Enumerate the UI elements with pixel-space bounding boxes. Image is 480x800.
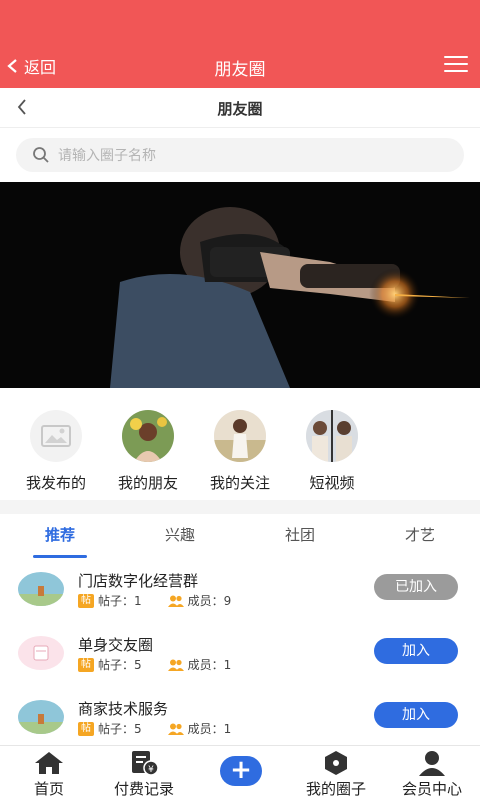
svg-text:¥: ¥ (148, 765, 154, 775)
members-label: 成员： (187, 594, 224, 608)
nav-label: 首页 (33, 780, 64, 798)
posts-count: 1 (134, 593, 142, 608)
group-row[interactable]: 单身交友圈 帖 帖子： 5 成员： 1 加入 (0, 630, 480, 692)
posts-label: 帖子： (98, 658, 135, 672)
page-title: 朋友圈 (217, 100, 263, 118)
group-stats: 帖 帖子： 5 成员： 1 (78, 656, 231, 673)
group-stats: 帖 帖子： 5 成员： 1 (78, 720, 231, 737)
quick-label: 我发布的 (25, 474, 86, 492)
image-placeholder-icon (30, 410, 82, 462)
menu-icon[interactable] (444, 56, 468, 74)
following-avatar (214, 410, 266, 462)
members-icon (167, 723, 184, 735)
group-stats: 帖 帖子： 1 成员： 9 (78, 592, 231, 609)
banner-image[interactable] (0, 182, 480, 388)
members-icon (167, 595, 184, 607)
active-tab-indicator (33, 555, 87, 558)
quick-actions: 我发布的 我的朋友 我的关注 短视频 (0, 400, 480, 498)
nav-label: 付费记录 (113, 780, 174, 798)
quick-my-following[interactable]: 我的关注 (192, 410, 288, 493)
tab-clubs[interactable]: 社团 (255, 524, 345, 545)
nav-home[interactable]: 首页 (4, 750, 94, 799)
tab-label: 社团 (284, 526, 315, 544)
user-icon (419, 751, 445, 776)
nav-label: 我的圈子 (305, 780, 366, 798)
app-header: 返回 朋友圈 (0, 0, 480, 88)
group-name: 单身交友圈 (78, 636, 154, 654)
quick-my-posts[interactable]: 我发布的 (8, 410, 104, 493)
quick-my-friends[interactable]: 我的朋友 (100, 410, 196, 493)
tab-talents[interactable]: 才艺 (375, 524, 465, 545)
section-divider (0, 500, 480, 514)
post-badge-icon: 帖 (78, 721, 94, 736)
bottom-navigation: 首页 ¥ 付费记录 + 我的圈子 会员中心 (0, 745, 480, 800)
group-row[interactable]: 门店数字化经营群 帖 帖子： 1 成员： 9 已加入 (0, 566, 480, 628)
category-tabs: 推荐 兴趣 社团 才艺 (0, 514, 480, 560)
posts-label: 帖子： (98, 722, 135, 736)
tab-interests[interactable]: 兴趣 (135, 524, 225, 545)
home-icon (35, 752, 63, 774)
group-name: 商家技术服务 (78, 700, 169, 718)
plus-icon[interactable]: + (220, 756, 262, 786)
members-icon (167, 659, 184, 671)
payment-record-icon: ¥ (132, 751, 159, 776)
nav-member-center[interactable]: 会员中心 (387, 750, 477, 799)
joined-button[interactable]: 已加入 (374, 574, 458, 600)
members-count: 1 (223, 721, 232, 736)
hexagon-icon (325, 751, 347, 775)
nav-my-circles[interactable]: 我的圈子 (291, 750, 381, 799)
quick-label: 我的关注 (209, 474, 270, 492)
posts-label: 帖子： (98, 594, 135, 608)
friends-avatar (122, 410, 174, 462)
post-badge-icon: 帖 (78, 593, 94, 608)
members-count: 1 (223, 657, 232, 672)
group-avatar (18, 636, 64, 670)
members-label: 成员： (187, 722, 224, 736)
header-title: 朋友圈 (214, 60, 266, 80)
search-input[interactable]: 请输入圈子名称 (16, 138, 464, 172)
short-video-avatar (306, 410, 358, 462)
members-count: 9 (223, 593, 232, 608)
tab-label: 才艺 (404, 526, 435, 544)
group-avatar (18, 572, 64, 606)
group-name: 门店数字化经营群 (78, 572, 199, 590)
tab-label: 推荐 (44, 526, 75, 544)
members-label: 成员： (187, 658, 224, 672)
vr-person-image (0, 182, 480, 388)
join-button[interactable]: 加入 (374, 638, 458, 664)
quick-label: 短视频 (309, 474, 355, 492)
group-avatar (18, 700, 64, 734)
posts-count: 5 (134, 657, 142, 672)
quick-label: 我的朋友 (117, 474, 178, 492)
nav-payments[interactable]: ¥ 付费记录 (99, 750, 189, 799)
tab-label: 兴趣 (164, 526, 195, 544)
quick-short-video[interactable]: 短视频 (284, 410, 380, 493)
posts-count: 5 (134, 721, 142, 736)
search-placeholder: 请输入圈子名称 (58, 148, 156, 164)
sub-header: 朋友圈 (0, 88, 480, 128)
nav-label: 会员中心 (401, 780, 462, 798)
join-button[interactable]: 加入 (374, 702, 458, 728)
search-icon (33, 147, 49, 163)
tab-recommended[interactable]: 推荐 (15, 524, 105, 558)
post-badge-icon: 帖 (78, 657, 94, 672)
